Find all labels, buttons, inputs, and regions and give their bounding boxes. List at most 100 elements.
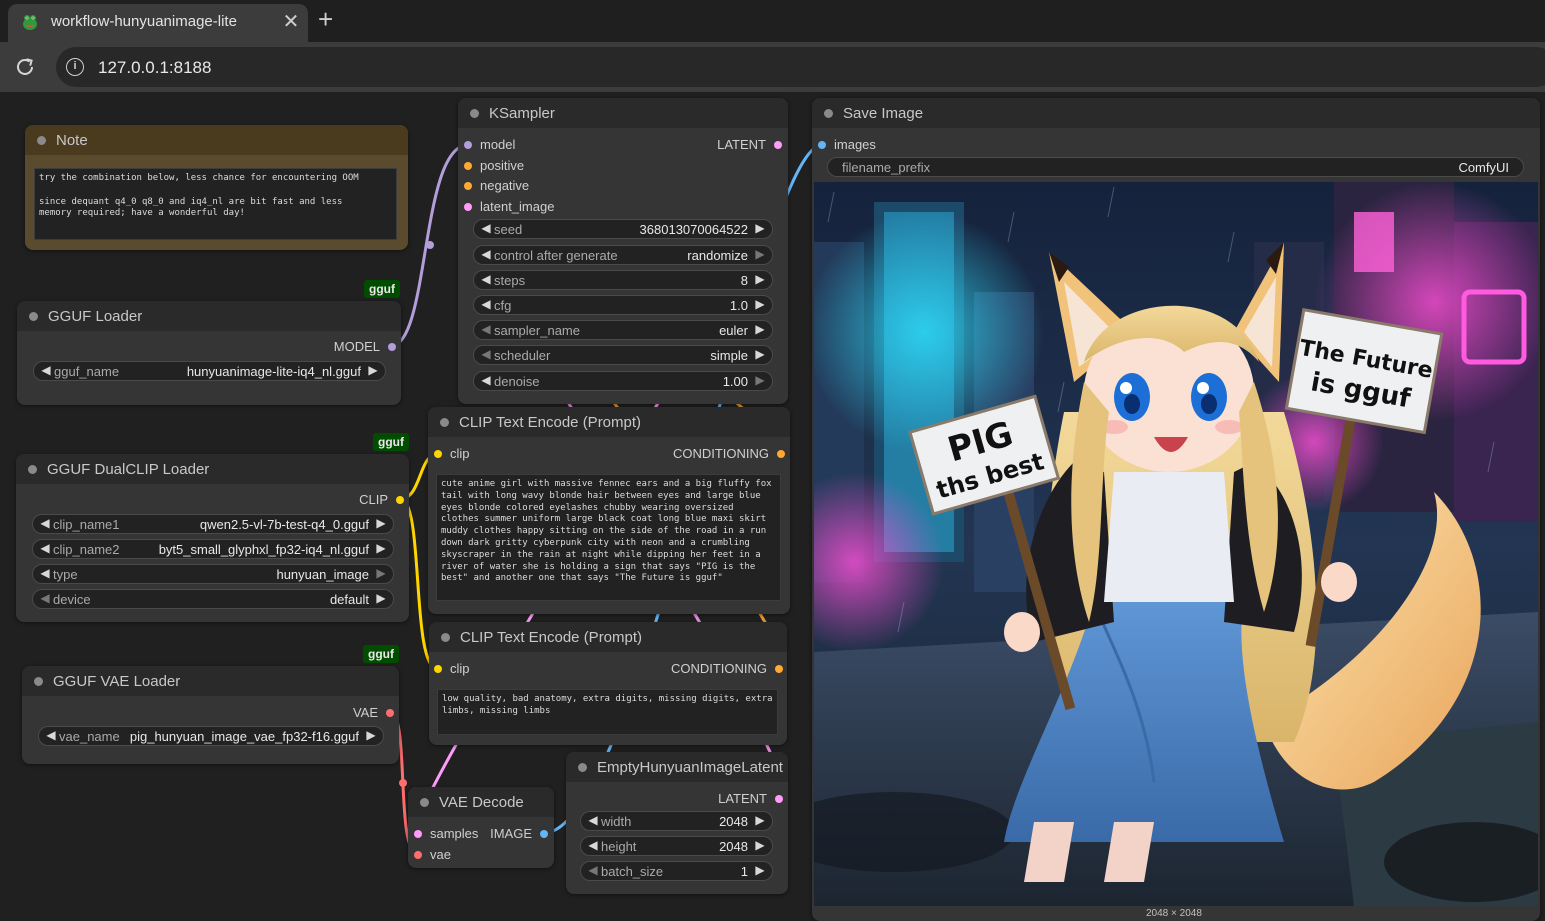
increment-arrow-icon[interactable]: ▶ <box>754 863 766 877</box>
empty-latent-header[interactable]: EmptyHunyuanImageLatent <box>566 752 788 782</box>
decrement-arrow-icon[interactable]: ◀ <box>39 516 51 530</box>
note-header[interactable]: Note <box>25 125 408 155</box>
model-output[interactable]: MODEL <box>334 339 396 354</box>
batch-size-number[interactable]: ◀ batch_size 1 ▶ <box>580 861 773 881</box>
scheduler-combo[interactable]: ◀ scheduler simple ▶ <box>473 345 773 365</box>
cfg-number[interactable]: ◀ cfg 1.0 ▶ <box>473 295 773 315</box>
gguf-loader-header[interactable]: GGUF Loader <box>17 301 401 331</box>
clip-input[interactable]: clip <box>434 661 470 676</box>
gguf-loader-node[interactable]: GGUF Loader MODEL ◀ gguf_name hunyuanima… <box>17 301 401 405</box>
collapse-dot-icon[interactable] <box>824 109 833 118</box>
dualclip-header[interactable]: GGUF DualCLIP Loader <box>16 454 409 484</box>
control-after-generate-combo[interactable]: ◀ control after generate randomize ▶ <box>473 245 773 265</box>
browser-tab[interactable]: workflow-hunyuanimage-lite ✕ <box>8 4 308 42</box>
ksampler-node[interactable]: KSampler model positive negative latent_… <box>458 98 788 404</box>
increment-arrow-icon[interactable]: ▶ <box>365 728 377 742</box>
image-output[interactable]: IMAGE <box>490 826 548 841</box>
vae-loader-node[interactable]: GGUF VAE Loader VAE ◀ vae_name pig_hunyu… <box>22 666 399 764</box>
samples-pin[interactable] <box>414 830 422 838</box>
save-image-node[interactable]: Save Image images filename_prefix ComfyU… <box>812 98 1540 921</box>
type-combo[interactable]: ◀ type hunyuan_image ▶ <box>32 564 394 584</box>
decrement-arrow-icon[interactable]: ◀ <box>39 541 51 555</box>
output-image-preview[interactable]: PIG ths best The Future is gguf <box>814 182 1538 906</box>
images-input[interactable]: images <box>818 137 876 152</box>
conditioning-output[interactable]: CONDITIONING <box>671 661 783 676</box>
increment-arrow-icon[interactable]: ▶ <box>367 363 379 377</box>
increment-arrow-icon[interactable]: ▶ <box>754 322 766 336</box>
filename-prefix-text[interactable]: filename_prefix ComfyUI <box>827 157 1524 177</box>
decrement-arrow-icon[interactable]: ◀ <box>40 363 52 377</box>
seed-number[interactable]: ◀ seed 368013070064522 ▶ <box>473 219 773 239</box>
new-tab-icon[interactable]: + <box>318 4 333 35</box>
clip-pin[interactable] <box>434 665 442 673</box>
collapse-dot-icon[interactable] <box>37 136 46 145</box>
decrement-arrow-icon[interactable]: ◀ <box>587 838 599 852</box>
width-number[interactable]: ◀ width 2048 ▶ <box>580 811 773 831</box>
decrement-arrow-icon[interactable]: ◀ <box>39 566 51 580</box>
decrement-arrow-icon[interactable]: ◀ <box>480 297 492 311</box>
decrement-arrow-icon[interactable]: ◀ <box>480 247 492 261</box>
image-pin[interactable] <box>540 830 548 838</box>
steps-number[interactable]: ◀ steps 8 ▶ <box>473 270 773 290</box>
dualclip-loader-node[interactable]: GGUF DualCLIP Loader CLIP ◀ clip_name1 q… <box>16 454 409 622</box>
increment-arrow-icon[interactable]: ▶ <box>375 541 387 555</box>
latent-pin[interactable] <box>464 203 472 211</box>
clip-pin[interactable] <box>396 496 404 504</box>
positive-prompt-textarea[interactable]: cute anime girl with massive fennec ears… <box>436 474 781 601</box>
save-image-header[interactable]: Save Image <box>812 98 1540 128</box>
conditioning-pin[interactable] <box>777 450 785 458</box>
latent-output[interactable]: LATENT <box>718 791 783 806</box>
vae-pin[interactable] <box>414 851 422 859</box>
increment-arrow-icon[interactable]: ▶ <box>754 838 766 852</box>
model-pin[interactable] <box>464 141 472 149</box>
conditioning-output[interactable]: CONDITIONING <box>673 446 785 461</box>
positive-input[interactable]: positive <box>464 158 524 173</box>
decrement-arrow-icon[interactable]: ◀ <box>39 591 51 605</box>
url-text[interactable]: 127.0.0.1:8188 <box>98 58 211 78</box>
note-node[interactable]: Note try the combination below, less cha… <box>25 125 408 250</box>
node-canvas[interactable]: Note try the combination below, less cha… <box>0 92 1545 921</box>
increment-arrow-icon[interactable]: ▶ <box>754 221 766 235</box>
collapse-dot-icon[interactable] <box>470 109 479 118</box>
denoise-number[interactable]: ◀ denoise 1.00 ▶ <box>473 371 773 391</box>
clip-output[interactable]: CLIP <box>359 492 404 507</box>
clip-negative-header[interactable]: CLIP Text Encode (Prompt) <box>429 622 787 652</box>
increment-arrow-icon[interactable]: ▶ <box>375 591 387 605</box>
collapse-dot-icon[interactable] <box>440 418 449 427</box>
decrement-arrow-icon[interactable]: ◀ <box>45 728 57 742</box>
vae-loader-header[interactable]: GGUF VAE Loader <box>22 666 399 696</box>
decrement-arrow-icon[interactable]: ◀ <box>587 863 599 877</box>
clip-positive-header[interactable]: CLIP Text Encode (Prompt) <box>428 407 790 437</box>
increment-arrow-icon[interactable]: ▶ <box>375 566 387 580</box>
height-number[interactable]: ◀ height 2048 ▶ <box>580 836 773 856</box>
vae-pin[interactable] <box>386 709 394 717</box>
clip-text-encode-positive-node[interactable]: CLIP Text Encode (Prompt) clip CONDITION… <box>428 407 790 614</box>
increment-arrow-icon[interactable]: ▶ <box>754 347 766 361</box>
site-info-icon[interactable]: i <box>66 58 84 76</box>
vae-output[interactable]: VAE <box>353 705 394 720</box>
decrement-arrow-icon[interactable]: ◀ <box>587 813 599 827</box>
vae-input[interactable]: vae <box>414 847 451 862</box>
negative-input[interactable]: negative <box>464 178 529 193</box>
note-textarea[interactable]: try the combination below, less chance f… <box>34 168 397 240</box>
decrement-arrow-icon[interactable]: ◀ <box>480 373 492 387</box>
latent-pin[interactable] <box>774 141 782 149</box>
clip-name1-combo[interactable]: ◀ clip_name1 qwen2.5-vl-7b-test-q4_0.ggu… <box>32 514 394 534</box>
decrement-arrow-icon[interactable]: ◀ <box>480 272 492 286</box>
negative-prompt-textarea[interactable]: low quality, bad anatomy, extra digits, … <box>437 689 778 735</box>
collapse-dot-icon[interactable] <box>441 633 450 642</box>
model-pin[interactable] <box>388 343 396 351</box>
increment-arrow-icon[interactable]: ▶ <box>754 373 766 387</box>
model-input[interactable]: model <box>464 137 515 152</box>
address-bar[interactable]: i 127.0.0.1:8188 <box>56 47 1545 87</box>
collapse-dot-icon[interactable] <box>29 312 38 321</box>
decrement-arrow-icon[interactable]: ◀ <box>480 322 492 336</box>
images-pin[interactable] <box>818 141 826 149</box>
decrement-arrow-icon[interactable]: ◀ <box>480 347 492 361</box>
tab-close-icon[interactable]: ✕ <box>281 9 301 34</box>
ksampler-header[interactable]: KSampler <box>458 98 788 128</box>
clip-name2-combo[interactable]: ◀ clip_name2 byt5_small_glyphxl_fp32-iq4… <box>32 539 394 559</box>
increment-arrow-icon[interactable]: ▶ <box>754 247 766 261</box>
conditioning-pin[interactable] <box>775 665 783 673</box>
positive-pin[interactable] <box>464 162 472 170</box>
